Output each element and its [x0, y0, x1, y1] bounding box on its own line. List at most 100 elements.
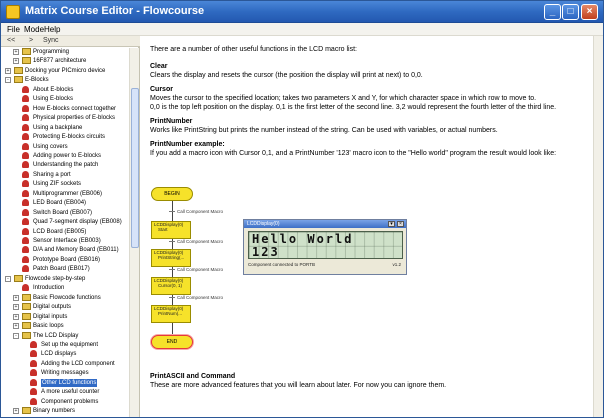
tree-topic[interactable]: Writing messages [1, 369, 129, 377]
contents-tree: + Programming +16F877 architecture + Docking… [1, 48, 129, 417]
maximize-button[interactable]: □ [562, 4, 579, 20]
forward-button[interactable]: > [29, 37, 33, 44]
tree-label: The LCD Display [33, 332, 79, 339]
title-bar[interactable]: Matrix Course Editor - Flowcourse _ □ × [1, 1, 603, 23]
tree-topic[interactable]: Switch Board (EB007) [1, 208, 129, 217]
expand-icon[interactable]: + [13, 304, 19, 311]
tree-topic[interactable]: Patch Board (EB017) [1, 265, 129, 273]
tree-folder[interactable]: + Basic loops [1, 322, 129, 330]
book-icon [14, 76, 23, 84]
book-icon [22, 312, 31, 320]
navigation-pane: << > Sync + Programming +16F877 architectu… [1, 36, 140, 417]
topic-icon [30, 378, 37, 386]
expand-icon[interactable]: + [13, 49, 19, 55]
tree-scrollbar[interactable] [129, 48, 139, 417]
tree-topic[interactable]: Physical properties of E-blocks [1, 114, 129, 122]
sync-button[interactable]: Sync [43, 37, 59, 44]
content-scrollbar[interactable] [593, 36, 603, 417]
macro-sub: Cursor(0, 1) [158, 283, 183, 288]
book-icon [22, 407, 31, 415]
lcd-menu-button[interactable]: ▾ [388, 221, 395, 227]
topic-icon [30, 397, 37, 405]
tree-topic[interactable]: LCD Board (EB005) [1, 227, 129, 236]
expand-icon[interactable]: + [5, 67, 11, 74]
tree-topic[interactable]: Using E-blocks [1, 95, 129, 103]
lcd-component-window[interactable]: LCDDisplay(0) ▾ × Hello World 123 Compon… [243, 219, 407, 275]
expand-icon[interactable]: + [13, 58, 19, 65]
tree-label: Sharing a port [33, 171, 71, 178]
tree-topic[interactable]: Component problems [1, 397, 129, 406]
expand-icon[interactable]: + [13, 323, 19, 330]
tree-topic[interactable]: Understanding the patch [1, 161, 129, 169]
tree-folder[interactable]: + Digital outputs [1, 303, 129, 311]
intro-text: There are a number of other useful funct… [150, 46, 357, 53]
topic-icon [22, 123, 29, 131]
collapse-icon[interactable]: - [5, 77, 11, 84]
expand-icon[interactable]: + [13, 294, 19, 301]
tree-topic[interactable]: Multiprogrammer (EB006) [1, 189, 129, 198]
tree-label: Basic Flowcode functions [33, 294, 101, 301]
tree-scrollbar-thumb[interactable] [131, 88, 139, 248]
tree-label: Prototype Board (EB016) [33, 256, 101, 263]
tree-topic[interactable]: LED Board (EB004) [1, 199, 129, 207]
tree-topic[interactable]: Quad 7-segment display (EB008) [1, 218, 129, 226]
cursor-text-2: 0,0 is the top left position on the disp… [150, 104, 557, 111]
minimize-button[interactable]: _ [544, 4, 561, 20]
close-button[interactable]: × [581, 4, 598, 20]
tree-topic[interactable]: Adding power to E-blocks [1, 151, 129, 160]
tree-topic[interactable]: Introduction [1, 284, 129, 292]
tree-folder[interactable]: + Docking your PICmicro device [1, 66, 129, 75]
tree-topic[interactable]: Set up the equipment [1, 340, 129, 349]
lcd-status: Component connected to PORTB [248, 262, 315, 267]
tree-topic[interactable]: Using covers [1, 142, 129, 151]
tree-folder[interactable]: + Digital inputs [1, 312, 129, 321]
tree-topic[interactable]: Prototype Board (EB016) [1, 255, 129, 264]
printnumber-text: Works like PrintString but prints the nu… [150, 127, 498, 134]
tree-folder[interactable]: - E-Blocks [1, 76, 129, 84]
collapse-icon[interactable]: - [5, 275, 11, 282]
tree-topic[interactable]: D/A and Memory Board (EB011) [1, 246, 129, 254]
app-icon [6, 5, 20, 19]
tree-label: Understanding the patch [33, 162, 99, 169]
tree-topic[interactable]: Using ZIF sockets [1, 180, 129, 188]
tree-label: Set up the equipment [41, 341, 99, 348]
menu-help[interactable]: Help [44, 25, 60, 34]
macro-icon-start: LCDDisplay(0) Start [151, 221, 191, 239]
lcd-close-button[interactable]: × [397, 221, 404, 227]
tree-label: Using a backplane [33, 124, 83, 131]
menu-file[interactable]: File [7, 25, 20, 34]
topic-icon [22, 255, 29, 263]
expand-icon[interactable]: + [13, 313, 19, 320]
tree-topic[interactable]: Using a backplane [1, 123, 129, 132]
lcd-line-1: Hello World [252, 232, 354, 246]
tree-label: E-Blocks [25, 77, 49, 84]
tree-folder[interactable]: - The LCD Display [1, 331, 129, 340]
back-button[interactable]: << [7, 37, 15, 44]
tree-folder[interactable]: + Binary numbers [1, 407, 129, 415]
topic-icon [30, 388, 37, 396]
tree-topic[interactable]: Adding the LCD component [1, 359, 129, 368]
lcd-title-bar[interactable]: LCDDisplay(0) ▾ × [244, 220, 406, 228]
tree-topic[interactable]: Protecting E-blocks circuits [1, 133, 129, 141]
macro-icon-printnum: LCDDisplay(0) PrintNum(... [151, 305, 191, 323]
topic-icon [30, 340, 37, 348]
tree-topic[interactable]: About E-blocks [1, 85, 129, 94]
tree-topic[interactable]: How E-blocks connect together [1, 104, 129, 113]
tree-topic[interactable]: Sharing a port [1, 170, 129, 179]
ascii-section: PrintASCII and Command These are more ad… [150, 372, 580, 390]
tree-folder[interactable]: + Programming [1, 48, 129, 56]
tree-topic[interactable]: Other LCD functions [1, 378, 129, 387]
tree-topic[interactable]: Sensor Interface (EB003) [1, 237, 129, 245]
macro-sub: PrintNum(... [158, 311, 183, 316]
tree-topic[interactable]: LCD displays [1, 350, 129, 358]
book-icon [22, 293, 31, 301]
collapse-icon[interactable]: - [13, 332, 19, 339]
tree-folder[interactable]: - Flowcode step-by-step [1, 274, 129, 283]
menu-mode[interactable]: Mode [24, 25, 44, 34]
tree-topic[interactable]: A more useful counter [1, 388, 129, 396]
topic-icon [22, 265, 29, 273]
expand-icon[interactable]: + [13, 408, 19, 415]
tree-folder[interactable]: + Basic Flowcode functions [1, 293, 129, 302]
book-icon [22, 331, 31, 339]
tree-folder[interactable]: +16F877 architecture [1, 57, 129, 65]
